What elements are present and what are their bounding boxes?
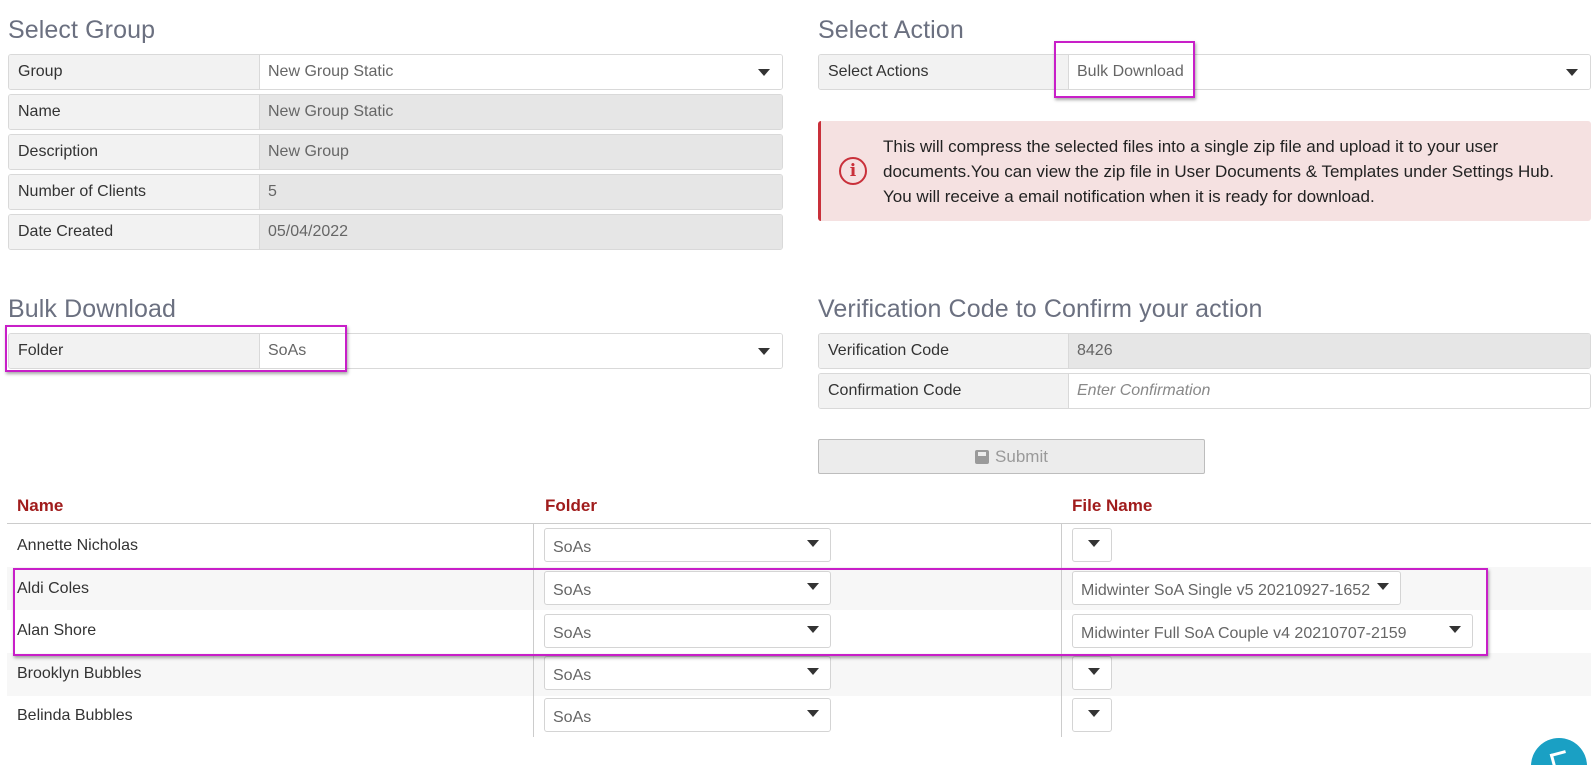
select-actions-label: Select Actions xyxy=(819,55,1069,89)
column-divider xyxy=(1061,524,1062,737)
confirmation-code-input[interactable]: Enter Confirmation xyxy=(1069,374,1590,408)
number-of-clients-field: Number of Clients 5 xyxy=(8,174,783,210)
submit-label: Submit xyxy=(995,446,1048,466)
chevron-down-icon xyxy=(1088,540,1100,547)
chevron-down-icon xyxy=(807,710,819,717)
description-field: Description New Group xyxy=(8,134,783,170)
group-select[interactable]: Group New Group Static xyxy=(8,54,783,90)
client-name: Belinda Bubbles xyxy=(17,707,133,724)
share-button[interactable] xyxy=(1531,738,1587,765)
chevron-down-icon xyxy=(1088,668,1100,675)
column-header-name: Name xyxy=(17,496,64,515)
group-label: Group xyxy=(9,55,260,89)
folder-select[interactable]: Folder SoAs xyxy=(8,333,783,369)
chevron-down-icon xyxy=(1566,69,1578,76)
chevron-down-icon xyxy=(807,583,819,590)
bulk-download-title: Bulk Download xyxy=(8,295,177,323)
file-name-dropdown[interactable]: Midwinter SoA Single v5 20210927-1652 xyxy=(1072,571,1401,605)
chevron-down-icon xyxy=(807,626,819,633)
column-header-file-name: File Name xyxy=(1072,496,1153,515)
file-name-dropdown[interactable]: Midwinter Full SoA Couple v4 20210707-21… xyxy=(1072,614,1473,648)
client-name: Aldi Coles xyxy=(17,580,90,597)
name-label: Name xyxy=(9,95,260,129)
description-label: Description xyxy=(9,135,260,169)
select-group-title: Select Group xyxy=(8,16,156,44)
floppy-disk-icon xyxy=(975,449,990,464)
file-name-dropdown[interactable] xyxy=(1072,656,1112,690)
file-name-dropdown[interactable] xyxy=(1072,698,1112,732)
file-name-dropdown[interactable] xyxy=(1072,528,1112,562)
verification-code-value: 8426 xyxy=(1069,334,1590,368)
folder-label: Folder xyxy=(9,334,260,368)
column-header-folder: Folder xyxy=(545,496,597,515)
date-created-label: Date Created xyxy=(9,215,260,249)
chevron-down-icon xyxy=(1088,710,1100,717)
folder-dropdown[interactable]: SoAs xyxy=(544,614,831,648)
client-name: Annette Nicholas xyxy=(17,537,138,554)
folder-dropdown[interactable]: SoAs xyxy=(544,656,831,690)
chevron-down-icon xyxy=(1377,583,1389,590)
description-value: New Group xyxy=(260,135,782,169)
date-created-value: 05/04/2022 xyxy=(260,215,782,249)
verification-code-field: Verification Code 8426 xyxy=(818,333,1591,369)
select-action-title: Select Action xyxy=(818,16,964,44)
verification-code-label: Verification Code xyxy=(819,334,1069,368)
alert-text: This will compress the selected files in… xyxy=(883,136,1554,206)
select-actions-value[interactable]: Bulk Download xyxy=(1069,55,1590,89)
confirmation-code-field[interactable]: Confirmation Code Enter Confirmation xyxy=(818,373,1591,409)
info-circle-icon: i xyxy=(839,157,867,185)
verification-title: Verification Code to Confirm your action xyxy=(818,295,1263,323)
date-created-field: Date Created 05/04/2022 xyxy=(8,214,783,250)
column-divider xyxy=(533,524,534,737)
confirmation-code-label: Confirmation Code xyxy=(819,374,1069,408)
chevron-down-icon xyxy=(758,348,770,355)
group-value[interactable]: New Group Static xyxy=(260,55,782,89)
folder-dropdown[interactable]: SoAs xyxy=(544,571,831,605)
name-field: Name New Group Static xyxy=(8,94,783,130)
submit-button[interactable]: Submit xyxy=(818,439,1205,474)
folder-dropdown[interactable]: SoAs xyxy=(544,698,831,732)
number-of-clients-label: Number of Clients xyxy=(9,175,260,209)
share-icon xyxy=(1549,750,1569,765)
folder-value[interactable]: SoAs xyxy=(260,334,782,368)
select-actions-select[interactable]: Select Actions Bulk Download xyxy=(818,54,1591,90)
number-of-clients-value: 5 xyxy=(260,175,782,209)
chevron-down-icon xyxy=(807,668,819,675)
bulk-download-alert: i This will compress the selected files … xyxy=(818,121,1591,221)
name-value: New Group Static xyxy=(260,95,782,129)
folder-dropdown[interactable]: SoAs xyxy=(544,528,831,562)
client-name: Brooklyn Bubbles xyxy=(17,665,142,682)
chevron-down-icon xyxy=(758,69,770,76)
chevron-down-icon xyxy=(807,540,819,547)
chevron-down-icon xyxy=(1449,626,1461,633)
client-name: Alan Shore xyxy=(17,622,97,639)
